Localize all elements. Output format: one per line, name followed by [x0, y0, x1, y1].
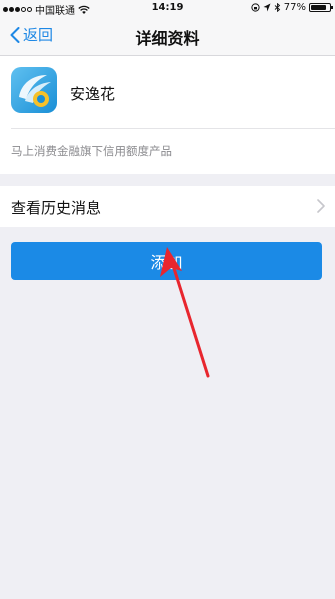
- divider: [11, 128, 335, 129]
- profile-card: 安逸花 马上消费金融旗下信用额度产品: [0, 56, 335, 174]
- battery-icon: [309, 3, 333, 12]
- app-name: 安逸花: [70, 85, 116, 103]
- bluetooth-icon: [274, 3, 280, 12]
- battery-percent: 77%: [283, 2, 306, 13]
- view-history-row[interactable]: 查看历史消息: [0, 186, 335, 227]
- status-bar-right: 77%: [251, 2, 333, 13]
- navigation-bar: 返回 详细资料: [0, 16, 335, 56]
- view-history-label: 查看历史消息: [11, 199, 102, 217]
- rotation-lock-icon: [251, 3, 260, 12]
- phone-screen: 中国联通 14:19 77% 返回 详细资料 安逸花 马上消费金融旗下信用额度产…: [0, 0, 335, 599]
- add-button[interactable]: 添加: [11, 242, 322, 280]
- page-title: 详细资料: [135, 29, 200, 48]
- status-bar: 中国联通 14:19 77%: [0, 0, 335, 17]
- location-icon: [263, 3, 271, 12]
- app-description: 马上消费金融旗下信用额度产品: [11, 144, 172, 158]
- chevron-right-icon: [317, 199, 325, 213]
- app-logo-icon: [11, 67, 57, 113]
